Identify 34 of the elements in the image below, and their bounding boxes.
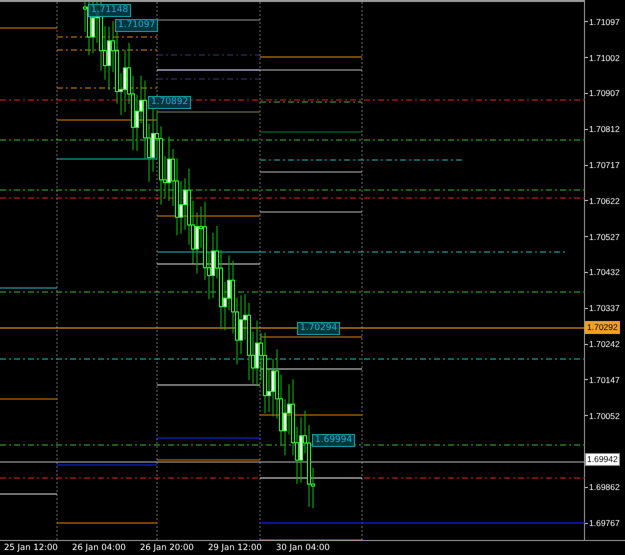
tick-mark xyxy=(585,308,588,309)
time-label: 29 Jan 12:00 xyxy=(208,542,263,555)
price-label: 1.70147 xyxy=(589,374,620,385)
price-badge: 1.70292 xyxy=(585,321,620,334)
price-label: 1.70432 xyxy=(589,267,620,278)
price-label: 1.71002 xyxy=(589,52,620,63)
price-label: 1.69862 xyxy=(589,482,620,492)
price-label: 1.70337 xyxy=(589,303,620,314)
price-tag: 1.71097 xyxy=(115,19,158,32)
time-label: 25 Jan 12:00 xyxy=(4,542,59,555)
tick-mark xyxy=(585,128,588,130)
price-badge: 1.69942 xyxy=(585,453,620,466)
price-tag: 1.70294 xyxy=(297,322,340,335)
price-label: 1.70907 xyxy=(589,88,620,98)
price-label: 1.70527 xyxy=(589,232,620,242)
price-label: 1.69767 xyxy=(589,518,620,528)
time-label: 26 Jan 04:00 xyxy=(72,542,127,555)
time-label: 26 Jan 20:00 xyxy=(140,542,195,555)
price-tag: 1.69994 xyxy=(312,434,356,447)
price-label: 1.71097 xyxy=(589,16,620,27)
tick-mark xyxy=(585,272,588,273)
price-tag: 1.70892 xyxy=(148,96,192,109)
price-label: 1.70242 xyxy=(589,339,620,350)
price-label: 1.70717 xyxy=(589,160,620,170)
tick-mark xyxy=(585,92,588,94)
time-label: 30 Jan 04:00 xyxy=(276,542,331,555)
tick-mark xyxy=(585,486,588,488)
price-tag: 1.71148 xyxy=(88,4,132,17)
tick-mark xyxy=(585,57,588,58)
tick-mark xyxy=(585,415,588,416)
tick-mark xyxy=(585,236,588,238)
price-label: 1.70052 xyxy=(589,410,620,421)
price-label: 1.70812 xyxy=(589,124,620,134)
price-label: 1.70622 xyxy=(589,196,620,206)
